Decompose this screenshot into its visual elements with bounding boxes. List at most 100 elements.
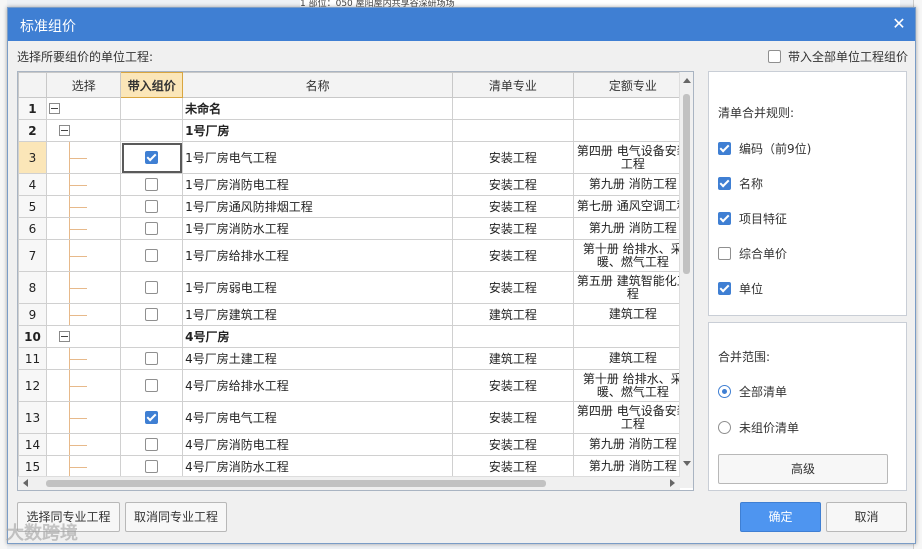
select-cell[interactable]: [45, 433, 122, 456]
cancel-same-major-button[interactable]: 取消同专业工程: [125, 502, 227, 532]
project-name: 未命名: [182, 97, 454, 120]
checkbox-icon[interactable]: [718, 247, 731, 260]
header-select[interactable]: 选择: [45, 72, 122, 98]
select-cell[interactable]: [45, 455, 122, 478]
select-cell[interactable]: [45, 401, 122, 434]
tree-node[interactable]: [45, 325, 122, 348]
collapse-icon[interactable]: [58, 330, 70, 342]
table-row[interactable]: 4 1号厂房消防电工程 安装工程 第九册 消防工程: [18, 173, 693, 196]
bring-price-cell[interactable]: [120, 217, 184, 240]
select-cell[interactable]: [45, 369, 122, 402]
bring-price-checkbox[interactable]: [144, 459, 158, 473]
ok-button[interactable]: 确定: [740, 502, 821, 532]
table-row[interactable]: 8 1号厂房弱电工程 安装工程 第五册 建筑智能化工程: [18, 271, 693, 304]
bring-price-checkbox[interactable]: [144, 248, 158, 262]
bring-price-checkbox[interactable]: [144, 378, 158, 392]
select-cell[interactable]: [45, 271, 122, 304]
bring-price-cell[interactable]: [120, 433, 184, 456]
bring-price-checkbox[interactable]: [144, 351, 158, 365]
table-row[interactable]: 15 4号厂房消防水工程 安装工程 第九册 消防工程: [18, 455, 693, 478]
bring-price-cell[interactable]: [120, 325, 184, 348]
checkbox-icon[interactable]: [718, 142, 731, 155]
checkbox-icon[interactable]: [718, 177, 731, 190]
select-cell[interactable]: [45, 239, 122, 272]
group-row[interactable]: 1 未命名: [18, 97, 693, 120]
bring-price-checkbox[interactable]: [144, 177, 158, 191]
merge-rule-unit[interactable]: 单位: [718, 280, 763, 297]
list-major: 安装工程: [452, 141, 574, 174]
select-cell[interactable]: [45, 347, 122, 370]
table-row[interactable]: 14 4号厂房消防电工程 安装工程 第九册 消防工程: [18, 433, 693, 456]
bring-price-cell[interactable]: [120, 347, 184, 370]
bring-price-cell[interactable]: [120, 97, 184, 120]
project-name: 1号厂房通风防排烟工程: [182, 195, 454, 218]
horizontal-scrollbar[interactable]: [18, 476, 680, 490]
horizontal-scroll-thumb[interactable]: [46, 480, 546, 487]
table-row[interactable]: 7 1号厂房给排水工程 安装工程 第十册 给排水、采暖、燃气工程: [18, 239, 693, 272]
tree-node[interactable]: [45, 119, 122, 142]
scroll-up-icon[interactable]: [683, 78, 691, 83]
bring-price-cell[interactable]: [120, 119, 184, 142]
vertical-scrollbar[interactable]: [679, 72, 693, 488]
merge-rule-code[interactable]: 编码（前9位): [718, 140, 811, 157]
table-row[interactable]: 5 1号厂房通风防排烟工程 安装工程 第七册 通风空调工程: [18, 195, 693, 218]
checkbox-icon[interactable]: [718, 282, 731, 295]
bring-price-cell[interactable]: [120, 195, 184, 218]
header-bring-price[interactable]: 带入组价: [120, 72, 184, 98]
table-row[interactable]: 6 1号厂房消防水工程 安装工程 第九册 消防工程: [18, 217, 693, 240]
bring-price-cell[interactable]: [120, 303, 184, 326]
bring-price-cell[interactable]: [120, 369, 184, 402]
collapse-icon[interactable]: [48, 102, 60, 114]
group-row[interactable]: 2 1号厂房: [18, 119, 693, 142]
bring-price-checkbox[interactable]: [144, 150, 158, 164]
row-number: 9: [18, 303, 47, 326]
table-row[interactable]: 11 4号厂房土建工程 建筑工程 建筑工程: [18, 347, 693, 370]
merge-rule-unit-price[interactable]: 综合单价: [718, 245, 787, 262]
bring-price-checkbox[interactable]: [144, 199, 158, 213]
row-number: 12: [18, 369, 47, 402]
close-icon[interactable]: ✕: [889, 14, 909, 34]
header-quota-major[interactable]: 定额专业: [572, 72, 693, 98]
table-row[interactable]: 3 1号厂房电气工程 安装工程 第四册 电气设备安装工程: [18, 141, 693, 174]
bring-price-cell[interactable]: [120, 455, 184, 478]
include-all-units-checkbox[interactable]: 带入全部单位工程组价: [768, 48, 908, 65]
bring-price-checkbox[interactable]: [144, 307, 158, 321]
advanced-button[interactable]: 高级: [718, 454, 888, 484]
select-cell[interactable]: [45, 173, 122, 196]
bring-price-cell[interactable]: [120, 141, 184, 174]
cancel-button[interactable]: 取消: [826, 502, 907, 532]
scope-all-list-radio[interactable]: 全部清单: [718, 383, 787, 400]
collapse-icon[interactable]: [58, 124, 70, 136]
merge-rule-feature[interactable]: 项目特征: [718, 210, 787, 227]
bring-price-cell[interactable]: [120, 271, 184, 304]
table-row[interactable]: 12 4号厂房给排水工程 安装工程 第十册 给排水、采暖、燃气工程: [18, 369, 693, 402]
table-row[interactable]: 13 4号厂房电气工程 安装工程 第四册 电气设备安装工程: [18, 401, 693, 434]
select-cell[interactable]: [45, 195, 122, 218]
tree-node[interactable]: [45, 97, 122, 120]
checkbox-icon[interactable]: [718, 212, 731, 225]
checkbox-icon[interactable]: [768, 50, 781, 63]
select-cell[interactable]: [45, 303, 122, 326]
bring-price-checkbox[interactable]: [144, 410, 158, 424]
radio-icon[interactable]: [718, 385, 731, 398]
bring-price-cell[interactable]: [120, 401, 184, 434]
header-list-major[interactable]: 清单专业: [452, 72, 574, 98]
table-row[interactable]: 9 1号厂房建筑工程 建筑工程 建筑工程: [18, 303, 693, 326]
bring-price-cell[interactable]: [120, 239, 184, 272]
bring-price-checkbox[interactable]: [144, 437, 158, 451]
select-cell[interactable]: [45, 141, 122, 174]
merge-rule-name[interactable]: 名称: [718, 175, 763, 192]
bring-price-checkbox[interactable]: [144, 280, 158, 294]
bring-price-cell[interactable]: [120, 173, 184, 196]
header-name[interactable]: 名称: [182, 72, 454, 98]
scroll-right-icon[interactable]: [670, 479, 675, 487]
select-cell[interactable]: [45, 217, 122, 240]
group-row[interactable]: 10 4号厂房: [18, 325, 693, 348]
vertical-scroll-thumb[interactable]: [683, 94, 690, 274]
scroll-left-icon[interactable]: [23, 479, 28, 487]
scroll-down-icon[interactable]: [683, 461, 691, 466]
merge-scope-title: 合并范围:: [718, 350, 771, 364]
radio-icon[interactable]: [718, 421, 731, 434]
scope-unpriced-list-radio[interactable]: 未组价清单: [718, 419, 799, 436]
bring-price-checkbox[interactable]: [144, 221, 158, 235]
